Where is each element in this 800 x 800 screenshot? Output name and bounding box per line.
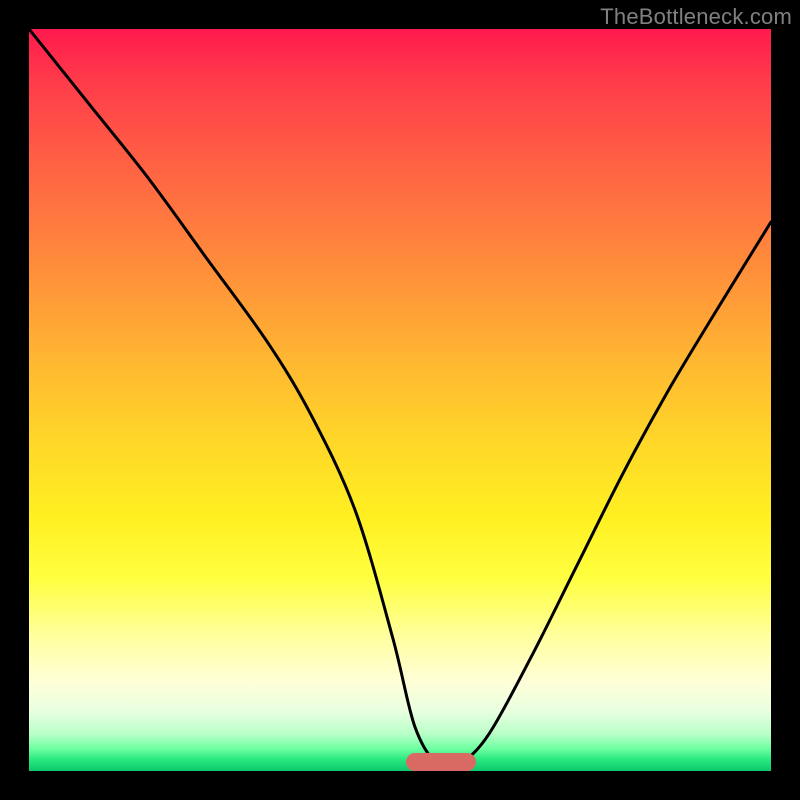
outer-frame: TheBottleneck.com [0,0,800,800]
optimal-range-marker [406,753,476,771]
bottleneck-curve [29,29,771,771]
watermark-text: TheBottleneck.com [600,4,792,30]
plot-area [29,29,771,771]
